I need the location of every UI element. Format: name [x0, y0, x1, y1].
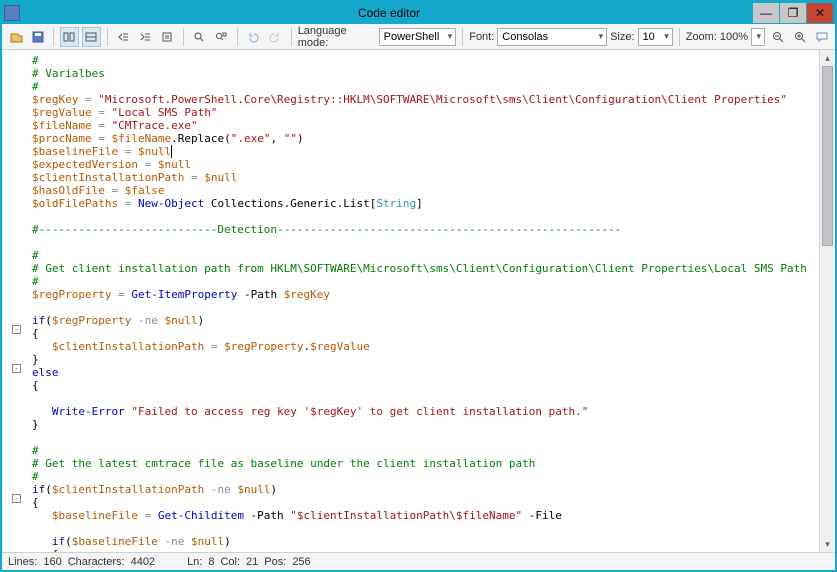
zoom-value: 100% — [720, 31, 748, 43]
save-button[interactable] — [28, 27, 47, 47]
fold-marker[interactable]: - — [12, 325, 21, 334]
redo-button[interactable] — [266, 27, 285, 47]
code-scroll[interactable]: # # Varialbes # $regKey = "Microsoft.Pow… — [24, 50, 819, 552]
feedback-button[interactable] — [812, 27, 831, 47]
fold-marker[interactable]: - — [12, 494, 21, 503]
zoom-combo[interactable] — [751, 28, 765, 46]
font-value: Consolas — [502, 31, 548, 43]
status-col-label: Col: — [220, 556, 240, 568]
toggle-button-1[interactable] — [60, 27, 79, 47]
status-ln: 8 — [208, 556, 214, 568]
toolbar-separator — [679, 28, 680, 46]
statusbar: Lines: 160 Characters: 4402 Ln: 8 Col: 2… — [2, 552, 835, 570]
toolbar-separator — [183, 28, 184, 46]
size-combo[interactable]: 10 — [638, 28, 673, 46]
code-content[interactable]: # # Varialbes # $regKey = "Microsoft.Pow… — [24, 50, 819, 552]
status-col: 21 — [246, 556, 258, 568]
language-combo[interactable]: PowerShell — [379, 28, 457, 46]
size-value: 10 — [643, 31, 655, 43]
size-label: Size: — [610, 31, 634, 43]
maximize-button[interactable]: ❐ — [780, 3, 806, 23]
toggle-button-2[interactable] — [82, 27, 101, 47]
status-chars: 4402 — [131, 556, 155, 568]
status-lines: 160 — [43, 556, 61, 568]
undo-button[interactable] — [244, 27, 263, 47]
replace-button[interactable] — [212, 27, 231, 47]
font-combo[interactable]: Consolas — [497, 28, 607, 46]
scroll-up-icon[interactable]: ▴ — [820, 50, 835, 66]
window-title: Code editor — [26, 6, 752, 20]
scroll-thumb[interactable] — [822, 66, 833, 246]
language-value: PowerShell — [384, 31, 440, 43]
find-button[interactable] — [190, 27, 209, 47]
scroll-track[interactable] — [820, 66, 835, 536]
fold-marker[interactable]: - — [12, 364, 21, 373]
gutter: - - - — [2, 50, 24, 552]
vertical-scrollbar[interactable]: ▴ ▾ — [819, 50, 835, 552]
indent-button[interactable] — [136, 27, 155, 47]
status-ln-label: Ln: — [187, 556, 202, 568]
language-label: Language mode: — [298, 25, 376, 49]
zoom-out-button[interactable] — [768, 27, 787, 47]
status-chars-label: Characters: — [68, 556, 125, 568]
status-lines-label: Lines: — [8, 556, 37, 568]
toolbar: Language mode: PowerShell Font: Consolas… — [2, 24, 835, 50]
minimize-button[interactable]: — — [753, 3, 779, 23]
font-label: Font: — [469, 31, 494, 43]
zoom-in-button[interactable] — [790, 27, 809, 47]
status-pos: 256 — [292, 556, 310, 568]
app-icon — [4, 5, 20, 21]
editor-area: - - - # # Varialbes # $regKey = "Microso… — [2, 50, 835, 552]
toolbar-separator — [462, 28, 463, 46]
toolbar-separator — [53, 28, 54, 46]
open-button[interactable] — [6, 27, 25, 47]
toolbar-separator — [107, 28, 108, 46]
outdent-button[interactable] — [114, 27, 133, 47]
status-pos-label: Pos: — [264, 556, 286, 568]
window-controls: — ❐ ✕ — [752, 3, 833, 23]
close-button[interactable]: ✕ — [807, 3, 833, 23]
toolbar-separator — [237, 28, 238, 46]
titlebar: Code editor — ❐ ✕ — [2, 2, 835, 24]
format-button[interactable] — [158, 27, 177, 47]
scroll-down-icon[interactable]: ▾ — [820, 536, 835, 552]
toolbar-separator — [291, 28, 292, 46]
zoom-label: Zoom: — [686, 31, 717, 43]
